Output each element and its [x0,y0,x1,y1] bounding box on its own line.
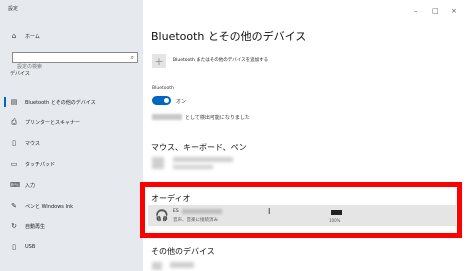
sidebar-item-label: USB [25,244,36,250]
redacted-device-status [173,165,213,169]
close-button[interactable]: × [451,7,457,15]
redacted-device-name [182,209,222,214]
bluetooth-devices-icon: ▤ [10,98,18,106]
printer-icon: ⎙ [11,118,17,126]
redacted-device-name [173,157,233,162]
redacted-device-name [152,114,182,120]
sidebar-item-label: タッチパッド [25,161,56,168]
redacted-device-name [170,262,194,268]
sidebar-item-mouse[interactable]: ▯ マウス [0,135,143,151]
nav-home[interactable]: ⌂ ホーム [0,28,143,44]
sidebar-item-label: 自動再生 [25,223,46,230]
sidebar-item-printers[interactable]: ⎙ プリンターとスキャナー [0,114,143,130]
sidebar-item-touchpad[interactable]: ▭ タッチパッド [0,156,143,172]
keyboard-icon: ⌨ [10,181,21,189]
plus-icon: + [154,54,164,68]
sidebar-item-input[interactable]: ⌨ 入力 [0,177,143,193]
redacted-device-icon [152,157,164,169]
app-title: 設定 [8,6,19,12]
battery-icon [331,210,342,215]
text-cursor-icon: I [268,207,271,216]
search-box[interactable]: ⌕ [12,52,138,72]
sidebar-item-label: Bluetooth とその他のデバイス [25,99,96,106]
sidebar-item-autoplay[interactable]: ↻ 自動再生 [0,218,143,234]
maximize-button[interactable]: □ [432,7,439,15]
add-device-label[interactable]: Bluetooth またはその他のデバイスを追加する [173,57,268,63]
sidebar-item-label: 入力 [25,182,36,189]
minimize-button[interactable]: – [414,7,418,15]
audio-device-name: ES [173,209,179,214]
headphones-icon: 🎧 [155,209,169,222]
add-device-button[interactable]: + [152,54,166,68]
section-label: デバイス [10,71,30,77]
bluetooth-state: オン [176,99,187,105]
sidebar-item-pen[interactable]: ✎ ペンと Windows Ink [0,198,143,214]
other-devices-heading: その他のデバイス [151,247,215,256]
usb-icon: ▯ [12,243,16,251]
touchpad-icon: ▭ [10,160,18,168]
nav-home-label: ホーム [25,33,40,40]
sidebar-item-bluetooth[interactable]: ▤ Bluetooth とその他のデバイス [0,94,143,110]
audio-heading: オーディオ [151,194,191,203]
audio-device-status: 音声、音楽に接続済み [173,218,218,223]
autoplay-icon: ↻ [11,222,17,230]
home-icon: ⌂ [11,32,17,40]
mouse-keyboard-pen-heading: マウス、キーボード、ペン [151,143,247,152]
search-icon[interactable]: ⌕ [131,54,134,62]
pen-icon: ✎ [11,202,17,210]
sidebar-item-label: マウス [25,140,41,147]
page-title: Bluetooth とその他のデバイス [151,30,307,43]
sidebar-item-label: プリンターとスキャナー [25,119,81,126]
bluetooth-label: Bluetooth [152,86,174,91]
mouse-icon: ▯ [12,139,16,147]
bluetooth-toggle[interactable] [152,96,171,105]
battery-percent: 100% [329,218,341,223]
sidebar: 設定 ⌂ ホーム ⌕ デバイス ▤ Bluetooth とその他のデバイス ⎙ … [0,0,143,271]
sidebar-item-usb[interactable]: ▯ USB [0,239,143,255]
redacted-device-icon [152,262,162,270]
sidebar-item-label: ペンと Windows Ink [25,203,74,210]
discoverable-text: として検出可能になりました [185,115,250,121]
